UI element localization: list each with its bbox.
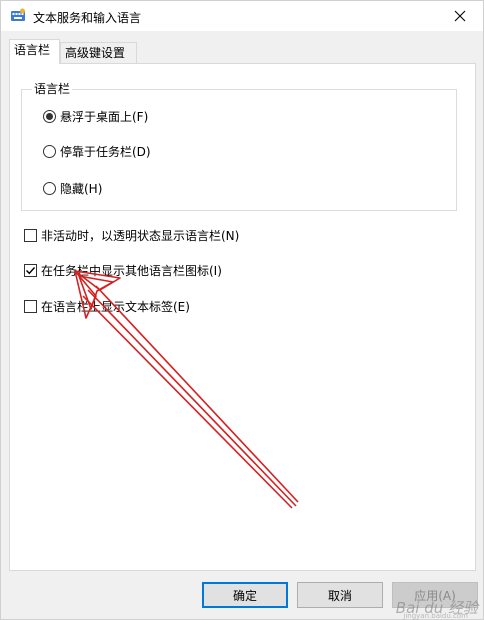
keyboard-app-icon <box>11 8 25 21</box>
radio-hidden[interactable]: 隐藏(H) <box>43 180 102 197</box>
dialog-window: 文本服务和输入语言 语言栏 高级键设置 语言栏 悬浮于桌面上(F) 停靠于任务栏… <box>0 0 484 620</box>
group-title: 语言栏 <box>32 80 73 97</box>
tab-language-bar[interactable]: 语言栏 <box>9 39 60 64</box>
ok-button[interactable]: 确定 <box>202 582 288 608</box>
watermark-url: jingyan.baidu.com <box>403 612 468 620</box>
tab-label: 语言栏 <box>14 43 51 57</box>
window-title: 文本服务和输入语言 <box>33 11 142 25</box>
radio-button[interactable] <box>43 110 56 123</box>
radio-label: 悬浮于桌面上(F) <box>60 110 149 124</box>
radio-button[interactable] <box>43 145 56 158</box>
checkbox-show-additional-icons[interactable]: 在任务栏中显示其他语言栏图标(I) <box>24 262 222 279</box>
close-icon <box>454 10 466 22</box>
checkbox-label: 非活动时，以透明状态显示语言栏(N) <box>41 229 240 243</box>
radio-dock-in-taskbar[interactable]: 停靠于任务栏(D) <box>43 143 151 160</box>
tab-label: 高级键设置 <box>65 46 126 60</box>
radio-button[interactable] <box>43 182 56 195</box>
radio-label: 隐藏(H) <box>60 182 103 196</box>
tab-advanced-key-settings[interactable]: 高级键设置 <box>60 42 137 63</box>
title-bar: 文本服务和输入语言 <box>1 1 483 31</box>
close-button[interactable] <box>437 1 483 31</box>
checkbox-label: 在语言栏上显示文本标签(E) <box>41 300 190 314</box>
radio-float-on-desktop[interactable]: 悬浮于桌面上(F) <box>43 108 148 125</box>
checkmark-icon <box>26 267 36 275</box>
checkbox-label: 在任务栏中显示其他语言栏图标(I) <box>41 264 222 278</box>
checkbox-transparent-when-inactive[interactable]: 非活动时，以透明状态显示语言栏(N) <box>24 227 239 244</box>
checkbox[interactable] <box>24 264 37 277</box>
cancel-button[interactable]: 取消 <box>297 582 383 608</box>
checkbox[interactable] <box>24 300 37 313</box>
radio-label: 停靠于任务栏(D) <box>60 145 151 159</box>
checkbox[interactable] <box>24 229 37 242</box>
checkbox-show-text-labels[interactable]: 在语言栏上显示文本标签(E) <box>24 298 190 315</box>
